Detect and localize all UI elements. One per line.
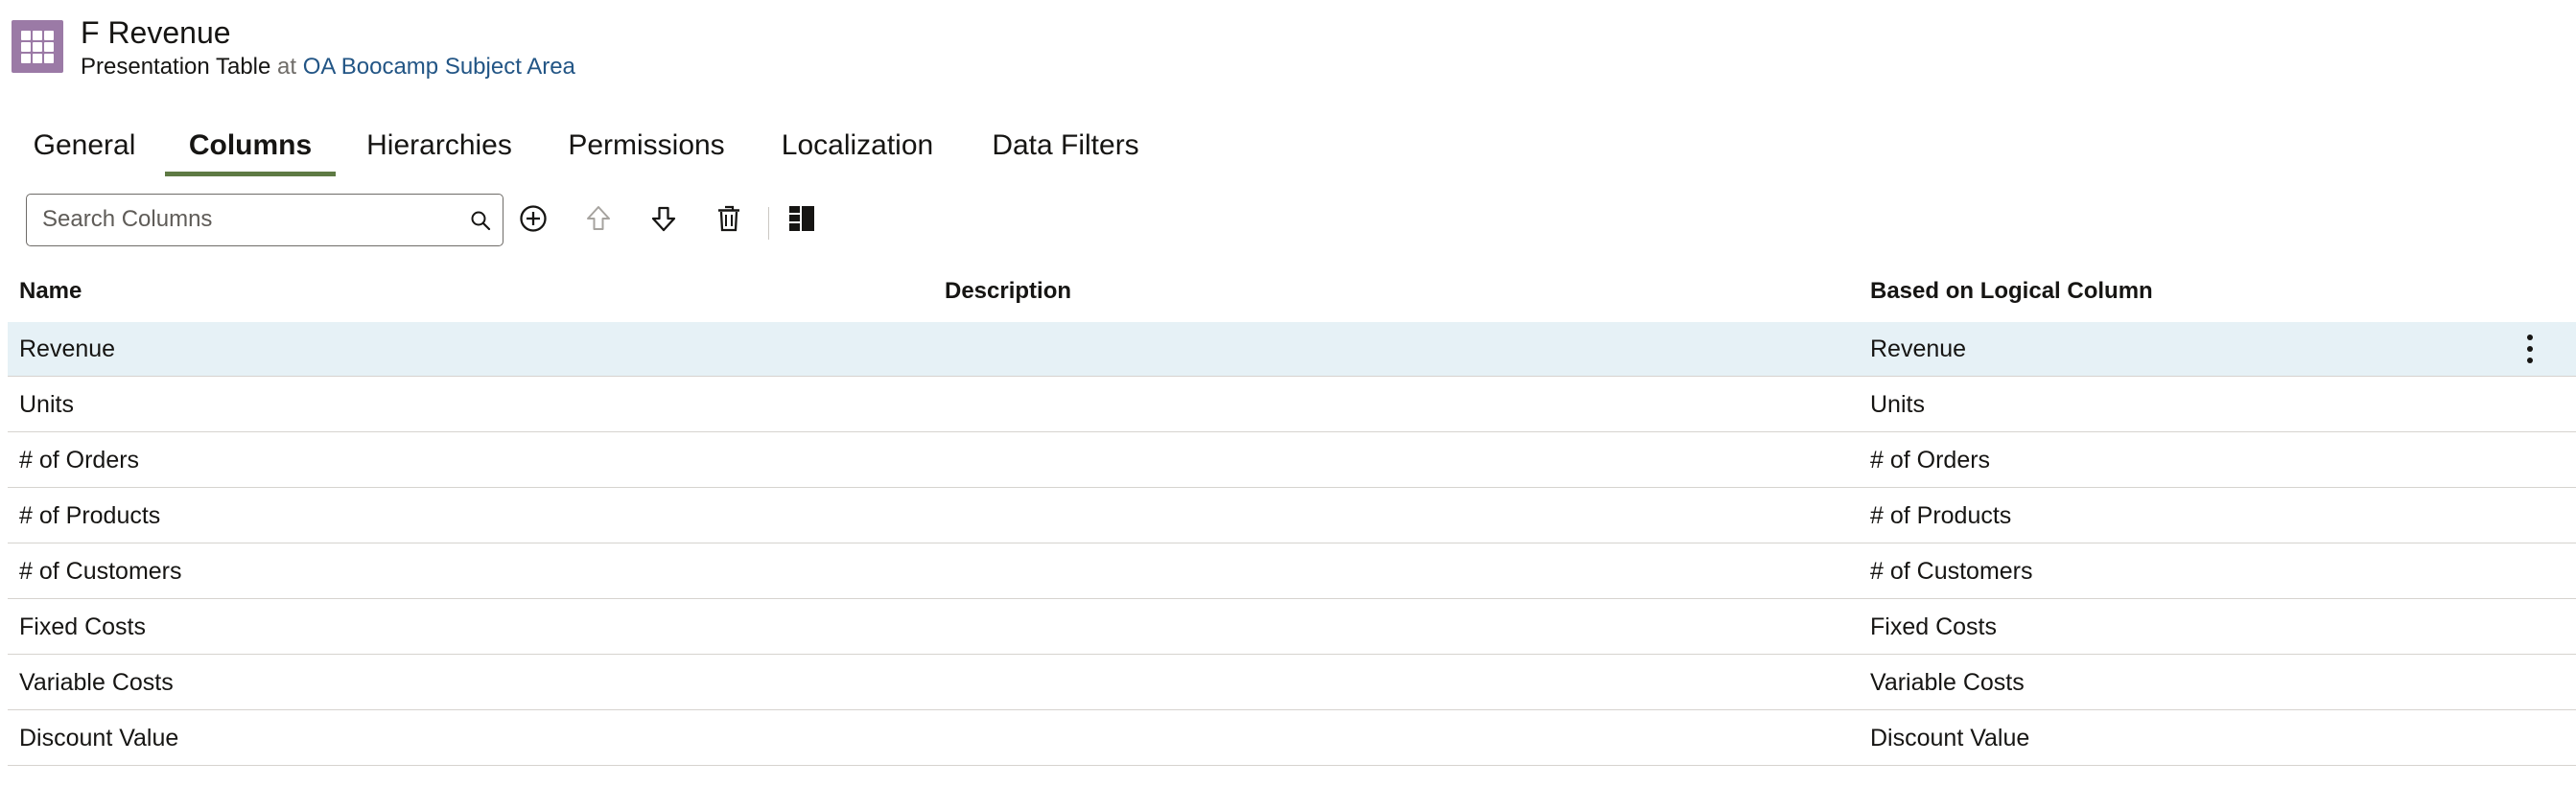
row-menu-icon[interactable] bbox=[2520, 334, 2540, 364]
header-description[interactable]: Description bbox=[945, 266, 1071, 322]
arrow-up-icon bbox=[587, 206, 610, 230]
header-name[interactable]: Name bbox=[19, 266, 82, 322]
panel-layout-icon bbox=[789, 206, 814, 231]
cell-logical-column: # of Products bbox=[1870, 502, 2012, 529]
page-subtitle: Presentation Table at OA Boocamp Subject… bbox=[81, 53, 575, 81]
search-icon[interactable] bbox=[470, 210, 491, 231]
tab-columns[interactable]: Columns bbox=[165, 127, 336, 176]
table-row[interactable]: # of Orders # of Orders bbox=[8, 433, 2576, 488]
table-row[interactable]: # of Customers # of Customers bbox=[8, 544, 2576, 599]
add-column-button[interactable] bbox=[516, 201, 550, 236]
trash-icon bbox=[718, 205, 739, 232]
table-grid-icon bbox=[12, 20, 63, 73]
subject-area-link[interactable]: OA Boocamp Subject Area bbox=[303, 54, 575, 80]
cell-logical-column: Revenue bbox=[1870, 335, 1967, 362]
tab-hierarchies[interactable]: Hierarchies bbox=[355, 127, 524, 174]
cell-logical-column: # of Orders bbox=[1870, 447, 1991, 474]
table-row[interactable]: Fixed Costs Fixed Costs bbox=[8, 600, 2576, 655]
table-row[interactable]: Revenue Revenue bbox=[8, 322, 2576, 377]
move-down-button[interactable] bbox=[646, 201, 681, 236]
header-logical-column[interactable]: Based on Logical Column bbox=[1870, 266, 2153, 322]
table-header: Name Description Based on Logical Column bbox=[8, 266, 2576, 323]
add-circle-icon bbox=[520, 205, 547, 232]
cell-name: Revenue bbox=[19, 335, 116, 362]
toolbar-divider bbox=[768, 207, 769, 240]
table-row[interactable]: Variable Costs Variable Costs bbox=[8, 656, 2576, 710]
search-field bbox=[26, 194, 503, 246]
object-type-label: Presentation Table bbox=[81, 54, 271, 80]
cell-logical-column: Fixed Costs bbox=[1870, 613, 1997, 640]
table-row[interactable]: Discount Value Discount Value bbox=[8, 711, 2576, 766]
table-row[interactable]: Units Units bbox=[8, 378, 2576, 432]
tab-localization[interactable]: Localization bbox=[773, 127, 942, 174]
tab-data-filters[interactable]: Data Filters bbox=[986, 127, 1145, 174]
search-input[interactable] bbox=[42, 195, 445, 244]
cell-logical-column: # of Customers bbox=[1870, 558, 2033, 585]
layout-toggle-button[interactable] bbox=[785, 201, 819, 236]
cell-name: Fixed Costs bbox=[19, 613, 146, 640]
cell-logical-column: Discount Value bbox=[1870, 725, 2030, 751]
cell-name: Discount Value bbox=[19, 725, 179, 751]
arrow-down-icon bbox=[651, 206, 676, 232]
delete-button[interactable] bbox=[712, 201, 746, 236]
tab-permissions[interactable]: Permissions bbox=[556, 127, 737, 174]
tab-general[interactable]: General bbox=[21, 127, 148, 174]
cell-name: # of Products bbox=[19, 502, 161, 529]
cell-name: Units bbox=[19, 391, 74, 418]
move-up-button[interactable] bbox=[581, 201, 616, 236]
at-label: at bbox=[277, 54, 297, 80]
cell-name: # of Customers bbox=[19, 558, 182, 585]
cell-name: Variable Costs bbox=[19, 669, 174, 696]
cell-name: # of Orders bbox=[19, 447, 140, 474]
page-title: F Revenue bbox=[81, 15, 231, 50]
cell-logical-column: Variable Costs bbox=[1870, 669, 2025, 696]
tab-bar: General Columns Hierarchies Permissions … bbox=[0, 117, 1189, 176]
table-row[interactable]: # of Products # of Products bbox=[8, 489, 2576, 543]
cell-logical-column: Units bbox=[1870, 391, 1925, 418]
